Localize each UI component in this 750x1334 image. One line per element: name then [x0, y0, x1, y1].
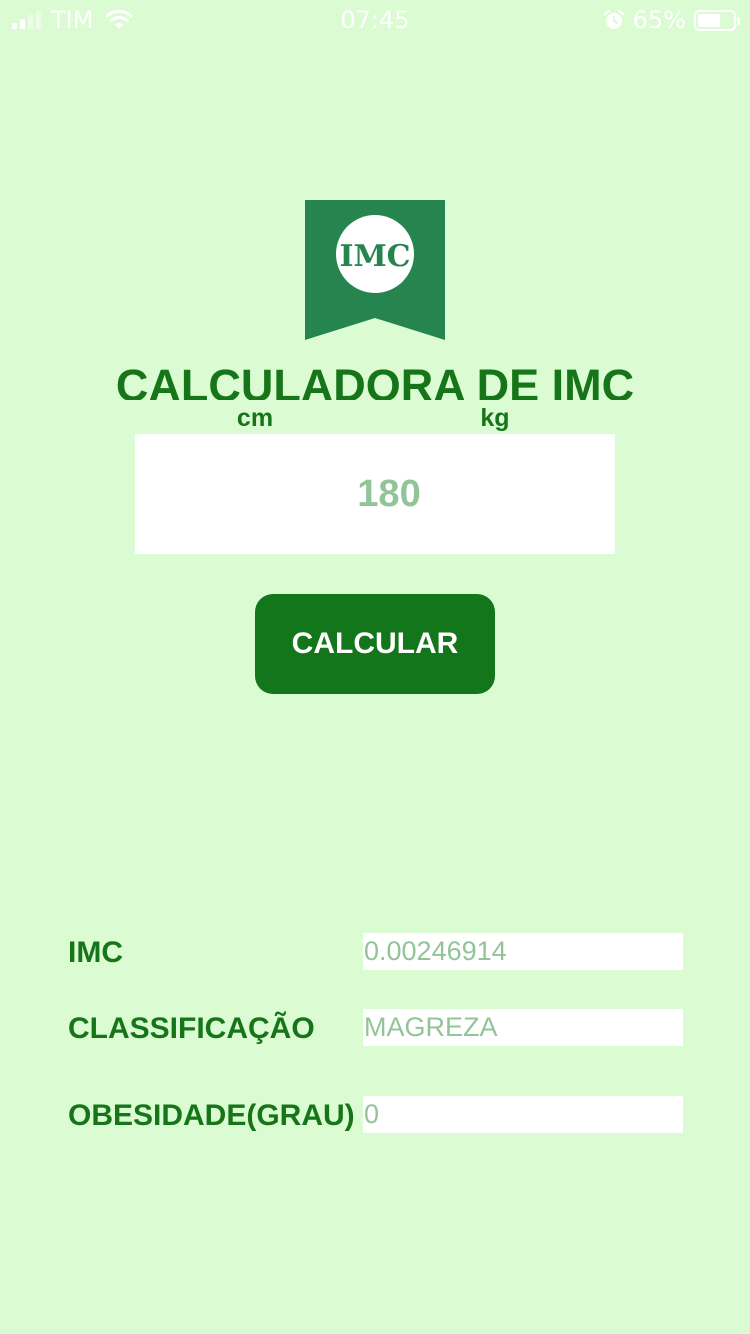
classification-result-row: CLASSIFICAÇÃO MAGREZA: [68, 1009, 688, 1049]
imc-logo: IMC: [305, 200, 445, 340]
status-bar: TIM 07:45 65%: [0, 0, 750, 40]
battery-icon: [694, 9, 740, 31]
app-screen: TIM 07:45 65% IMC CALCULADORA DE IMC cm: [0, 0, 750, 1334]
status-right: 65%: [603, 6, 740, 34]
calculate-button[interactable]: CALCULAR: [255, 594, 495, 694]
weight-input[interactable]: [643, 434, 750, 554]
classification-value: MAGREZA: [363, 1009, 683, 1046]
imc-result-row: IMC 0.00246914: [68, 933, 688, 973]
obesity-value: 0: [363, 1096, 683, 1133]
page-title: CALCULADORA DE IMC: [115, 360, 635, 400]
obesity-label: OBESIDADE(GRAU): [68, 1099, 355, 1132]
logo-text: IMC: [339, 239, 410, 274]
measurement-inputs: [135, 434, 750, 554]
alarm-icon: [603, 9, 624, 29]
battery-level: [698, 13, 721, 27]
battery-percent: 65%: [632, 6, 686, 34]
height-input[interactable]: [135, 434, 643, 554]
imc-label: IMC: [68, 936, 123, 969]
height-unit-label: cm: [236, 404, 274, 432]
imc-value: 0.00246914: [363, 933, 683, 970]
weight-unit-label: kg: [480, 404, 510, 432]
obesity-result-row: OBESIDADE(GRAU) 0: [68, 1096, 688, 1136]
classification-label: CLASSIFICAÇÃO: [68, 1012, 315, 1045]
